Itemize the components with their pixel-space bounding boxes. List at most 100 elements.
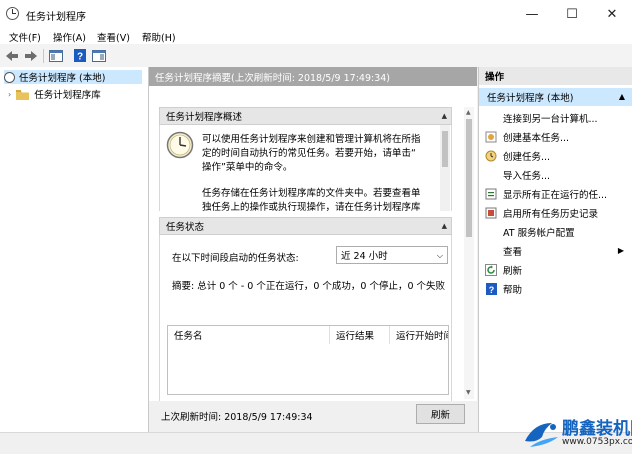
action-help[interactable]: ? 帮助	[485, 280, 630, 298]
scroll-down-icon[interactable]: ▼	[466, 389, 471, 396]
watermark-name: 鹏鑫装机网	[562, 419, 632, 439]
watermark: 鹏鑫装机网 www.0753px.com	[522, 411, 632, 453]
task-status-section-header[interactable]: 任务状态 ▲	[159, 217, 452, 235]
collapse-icon[interactable]: ▲	[442, 112, 447, 120]
action-label: 查看	[503, 247, 523, 258]
last-refresh-time: 上次刷新时间: 2018/5/9 17:49:34	[161, 412, 313, 423]
task-scheduler-clock-icon	[6, 7, 19, 20]
forward-arrow-icon[interactable]	[23, 48, 39, 63]
show-hide-console-tree-icon[interactable]	[48, 48, 64, 63]
dropdown-value: 近 24 小时	[341, 251, 388, 262]
actions-group-header[interactable]: 任务计划程序 (本地) ▲	[479, 88, 632, 106]
refresh-icon	[485, 264, 497, 276]
column-header-run-result[interactable]: 运行结果	[330, 326, 390, 344]
tree-item-label: 任务计划程序库	[34, 90, 101, 101]
menu-help[interactable]: 帮助(H)	[142, 30, 176, 44]
action-label: 启用所有任务历史记录	[503, 209, 599, 220]
tree-item-label: 任务计划程序 (本地)	[19, 73, 106, 84]
create-task-icon	[485, 150, 497, 162]
collapse-icon[interactable]: ▲	[619, 92, 625, 101]
task-status-table: 任务名 运行结果 运行开始时间	[167, 325, 449, 395]
history-icon	[485, 207, 497, 219]
menu-file[interactable]: 文件(F)	[9, 30, 41, 44]
scroll-up-icon[interactable]: ▲	[466, 109, 471, 116]
column-header-task-name[interactable]: 任务名	[168, 326, 330, 344]
action-label: 创建基本任务...	[503, 133, 570, 144]
refresh-button[interactable]: 刷新	[416, 404, 465, 424]
action-label: 导入任务...	[503, 171, 551, 182]
chevron-right-icon[interactable]: ›	[8, 90, 11, 99]
blank-icon	[485, 169, 497, 181]
large-clock-icon	[166, 131, 194, 159]
window-title: 任务计划程序	[26, 12, 86, 23]
actions-group-label: 任务计划程序 (本地)	[487, 93, 574, 104]
overview-line-3: 操作”菜单中的命令。	[202, 162, 293, 173]
summary-scrollbar[interactable]: ▲ ▼	[464, 107, 474, 399]
close-button[interactable]: ✕	[592, 0, 632, 28]
action-show-running-tasks[interactable]: 显示所有正在运行的任...	[485, 185, 630, 203]
create-basic-task-icon	[485, 131, 497, 143]
action-refresh[interactable]: 刷新	[485, 261, 630, 279]
summary-footer: 上次刷新时间: 2018/5/9 17:49:34 刷新	[149, 401, 477, 432]
overview-line-2: 定的时间自动执行的常见任务。若要开始，请单击“	[202, 148, 416, 159]
help-icon[interactable]: ?	[72, 48, 88, 63]
overview-section-body: 可以使用任务计划程序来创建和管理计算机将在所指 定的时间自动执行的常见任务。若要…	[159, 125, 452, 211]
scrollbar-thumb[interactable]	[442, 131, 448, 167]
action-at-service-account[interactable]: AT 服务帐户配置	[485, 223, 630, 241]
overview-scrollbar[interactable]	[440, 125, 450, 211]
tree-item-task-scheduler-library[interactable]: › 任务计划程序库	[8, 87, 101, 101]
overview-line-1: 可以使用任务计划程序来创建和管理计算机将在所指	[202, 134, 421, 145]
svg-text:?: ?	[488, 285, 494, 295]
action-label: 创建任务...	[503, 152, 551, 163]
action-create-basic-task[interactable]: 创建基本任务...	[485, 128, 630, 146]
menu-view[interactable]: 查看(V)	[97, 30, 130, 44]
menu-action[interactable]: 操作(A)	[53, 30, 86, 44]
action-import-task[interactable]: 导入任务...	[485, 166, 630, 184]
action-view-submenu[interactable]: 查看 ▶	[485, 242, 630, 260]
toolbar: ?	[0, 44, 632, 68]
section-title: 任务状态	[166, 222, 205, 233]
blank-icon	[485, 226, 497, 238]
action-create-task[interactable]: 创建任务...	[485, 147, 630, 165]
running-tasks-icon	[485, 188, 497, 200]
action-label: 连接到另一台计算机...	[503, 114, 598, 125]
collapse-icon[interactable]: ▲	[442, 222, 447, 230]
svg-text:?: ?	[77, 52, 83, 63]
help-icon: ?	[485, 283, 497, 295]
folder-icon	[16, 89, 30, 100]
watermark-logo-icon	[525, 423, 558, 447]
maximize-button[interactable]: ☐	[552, 0, 592, 28]
action-label: 刷新	[503, 266, 523, 277]
clock-icon	[4, 71, 15, 83]
minimize-button[interactable]: —	[512, 0, 552, 28]
status-filter-label: 在以下时间段启动的任务状态:	[172, 253, 299, 264]
actions-title: 操作	[479, 67, 632, 85]
action-connect-computer[interactable]: 连接到另一台计算机...	[485, 109, 630, 127]
blank-icon	[485, 245, 497, 257]
overview-line-4: 任务存储在任务计划程序库的文件夹中。若要查看单	[202, 188, 421, 199]
column-header-run-start-time[interactable]: 运行开始时间	[390, 326, 448, 344]
actions-pane: 操作 任务计划程序 (本地) ▲ 连接到另一台计算机... 创建基本任务... …	[478, 67, 632, 432]
action-label: 帮助	[503, 285, 523, 296]
scrollbar-thumb[interactable]	[466, 119, 472, 237]
overview-line-5: 独任务上的操作或执行现操作，请在任务计划程序库	[202, 202, 421, 211]
action-pane-icon[interactable]	[91, 48, 107, 63]
summary-pane: 任务计划程序摘要(上次刷新时间: 2018/5/9 17:49:34) 任务计划…	[149, 67, 477, 432]
action-label: 显示所有正在运行的任...	[503, 190, 608, 201]
menu-bar: 文件(F) 操作(A) 查看(V) 帮助(H)	[0, 28, 632, 44]
section-title: 任务计划程序概述	[166, 112, 243, 123]
tree-item-task-scheduler-local[interactable]: 任务计划程序 (本地)	[4, 70, 142, 84]
blank-icon	[485, 112, 497, 124]
status-summary: 摘要: 总计 0 个 - 0 个正在运行，0 个成功，0 个停止，0 个失败	[172, 281, 446, 292]
summary-header: 任务计划程序摘要(上次刷新时间: 2018/5/9 17:49:34)	[149, 67, 477, 86]
watermark-url: www.0753px.com	[562, 437, 632, 447]
chevron-down-icon: ⌵	[436, 251, 443, 260]
time-range-dropdown[interactable]: 近 24 小时 ⌵	[336, 246, 448, 264]
back-arrow-icon[interactable]	[4, 48, 20, 63]
action-enable-history[interactable]: 启用所有任务历史记录	[485, 204, 630, 222]
console-tree: 任务计划程序 (本地) › 任务计划程序库	[0, 67, 149, 432]
title-bar: 任务计划程序 — ☐ ✕	[0, 0, 632, 29]
overview-section-header[interactable]: 任务计划程序概述 ▲	[159, 107, 452, 125]
submenu-arrow-icon: ▶	[617, 246, 624, 255]
action-label: AT 服务帐户配置	[503, 228, 575, 239]
